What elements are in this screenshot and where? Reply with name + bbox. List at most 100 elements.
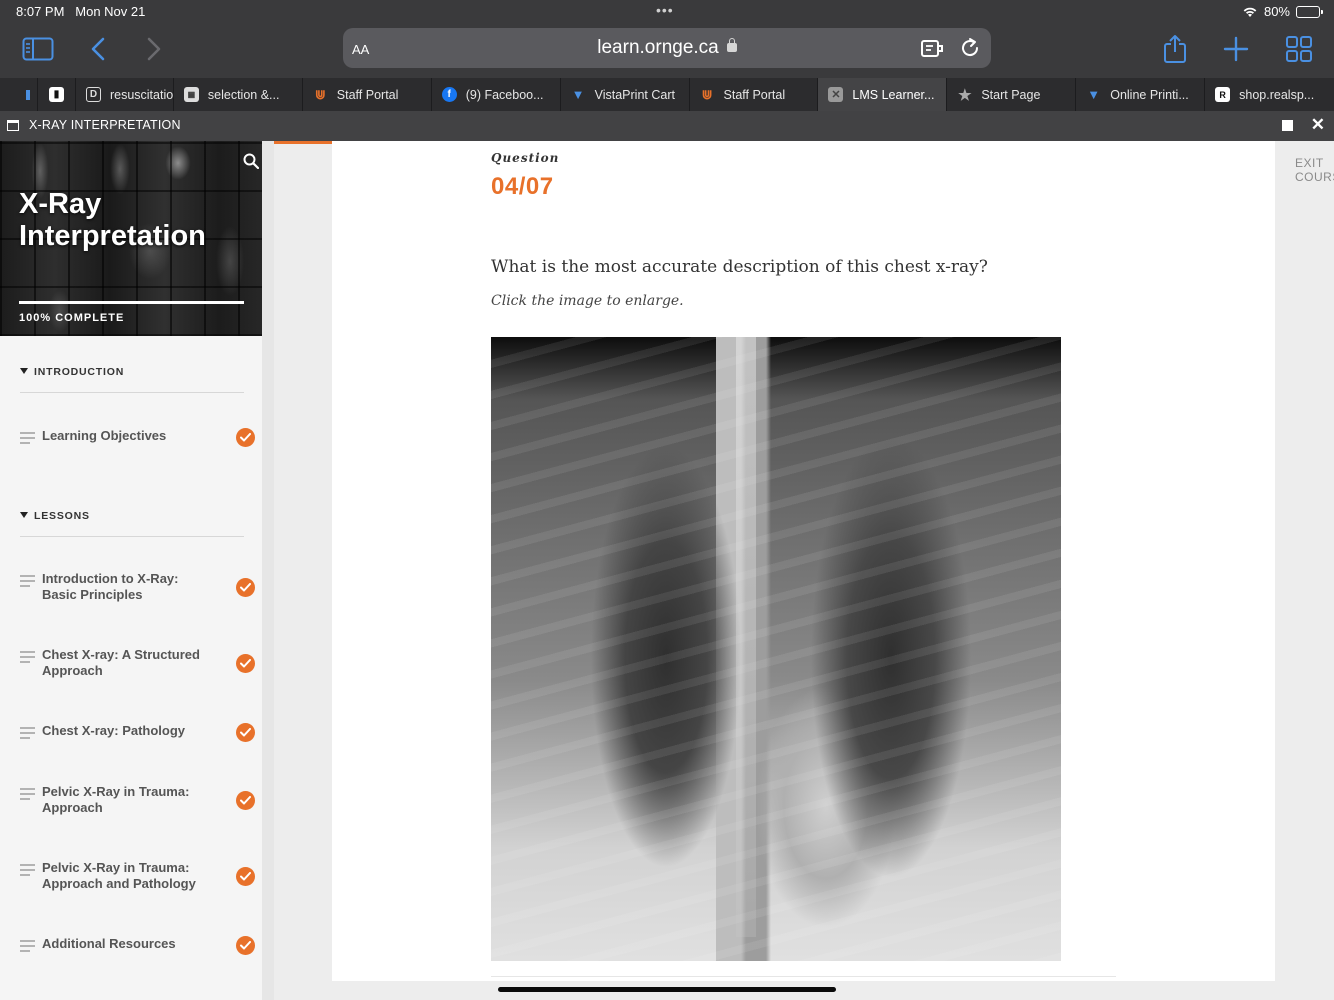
question-hint: Click the image to enlarge. bbox=[491, 293, 684, 309]
reload-icon[interactable] bbox=[959, 37, 981, 64]
d-icon: D bbox=[85, 87, 101, 102]
facebook-icon: f bbox=[441, 87, 457, 102]
tab-label: Staff Portal bbox=[336, 87, 399, 102]
lesson-lines-icon bbox=[20, 864, 35, 879]
lock-icon bbox=[726, 38, 737, 52]
image-icon: ▦ bbox=[183, 87, 199, 102]
forward-icon[interactable] bbox=[136, 34, 172, 64]
reader-extension-icon[interactable] bbox=[920, 37, 946, 64]
lesson-lines-icon bbox=[20, 727, 35, 742]
window-icon bbox=[7, 120, 19, 131]
lesson-label: Learning Objectives bbox=[42, 428, 167, 443]
caret-down-icon bbox=[20, 512, 28, 518]
wifi-icon bbox=[1243, 7, 1257, 17]
lesson-content: Question 04/07 What is the most accurate… bbox=[274, 141, 1334, 1000]
divider bbox=[491, 976, 1116, 977]
section-lessons[interactable]: LESSONS bbox=[20, 510, 244, 537]
new-tab-icon[interactable] bbox=[1218, 34, 1254, 64]
tab-shop-realsp[interactable]: R shop.realsp... bbox=[1205, 78, 1334, 111]
tab-strip: ▮ D resuscitatio ▦ selection &... ⋓ Staf… bbox=[0, 78, 1334, 111]
chest-xray-image[interactable] bbox=[491, 337, 1061, 961]
course-window-bar: X-RAY INTERPRETATION ✕ bbox=[0, 111, 1334, 141]
partial-tab-icon bbox=[26, 89, 30, 100]
complete-check-icon bbox=[236, 428, 255, 447]
course-title: X-Ray Interpretation bbox=[19, 188, 206, 252]
complete-check-icon bbox=[236, 723, 255, 742]
lesson-label: Chest X-ray: Pathology bbox=[42, 723, 186, 738]
star-icon: ★ bbox=[958, 86, 972, 104]
question-card: Question 04/07 What is the most accurate… bbox=[332, 141, 1334, 981]
multitasking-dots-icon[interactable]: ••• bbox=[656, 2, 674, 18]
tab-label: shop.realsp... bbox=[1239, 87, 1315, 102]
tab-start-page[interactable]: ★ Start Page bbox=[947, 78, 1077, 111]
lesson-label: Introduction to X-Ray: Basic Principles bbox=[42, 571, 179, 602]
tab-lms-learner[interactable]: ✕ LMS Learner... bbox=[818, 78, 948, 111]
close-icon[interactable]: ✕ bbox=[828, 87, 844, 102]
tab-overview-icon[interactable] bbox=[1281, 34, 1317, 64]
lesson-lines-icon bbox=[20, 432, 35, 447]
section-introduction[interactable]: INTRODUCTION bbox=[20, 366, 244, 393]
lesson-label: Pelvic X-Ray in Trauma: Approach and Pat… bbox=[42, 860, 196, 891]
close-window-icon[interactable]: ✕ bbox=[1311, 115, 1325, 135]
tab-facebook[interactable]: f (9) Faceboo... bbox=[432, 78, 561, 111]
status-time: 8:07 PM Mon Nov 21 bbox=[16, 4, 146, 19]
divider bbox=[20, 392, 244, 393]
question-eyebrow: Question bbox=[491, 151, 560, 165]
tab-label: selection &... bbox=[207, 87, 280, 102]
tab-dark-icon: ▮ bbox=[48, 87, 64, 102]
tab-label: LMS Learner... bbox=[852, 87, 935, 102]
sidebar-scroll-gutter[interactable] bbox=[262, 141, 274, 1000]
share-icon[interactable] bbox=[1157, 34, 1193, 64]
home-indicator[interactable] bbox=[498, 987, 836, 992]
tab-online-printing[interactable]: ▼ Online Printi... bbox=[1076, 78, 1206, 111]
tab-label: resuscitatio bbox=[109, 87, 174, 102]
tab-label: Online Printi... bbox=[1110, 87, 1189, 102]
complete-check-icon bbox=[236, 867, 255, 886]
status-right: 80% bbox=[1242, 4, 1323, 19]
lesson-lines-icon bbox=[20, 651, 35, 666]
battery-percent: 80% bbox=[1263, 4, 1290, 19]
browser-toolbar: AA learn.ornge.ca bbox=[0, 24, 1334, 78]
lesson-lines-icon bbox=[20, 788, 35, 803]
complete-check-icon bbox=[236, 654, 255, 673]
course-progress-bar bbox=[19, 301, 244, 304]
tab-staff-portal-1[interactable]: ⋓ Staff Portal bbox=[303, 78, 432, 111]
course-sidebar: X-Ray Interpretation 100% COMPLETE INTRO… bbox=[0, 141, 274, 1000]
tab-staff-portal-2[interactable]: ⋓ Staff Portal bbox=[690, 78, 819, 111]
course-hero: X-Ray Interpretation 100% COMPLETE bbox=[0, 141, 274, 336]
tab-label: VistaPrint Cart bbox=[594, 87, 675, 102]
lesson-lines-icon bbox=[20, 575, 35, 590]
url-text[interactable]: learn.ornge.ca bbox=[343, 37, 991, 59]
tab-dark[interactable]: ▮ bbox=[38, 78, 76, 111]
sidebar-toggle-icon[interactable] bbox=[20, 34, 56, 64]
vistaprint-icon: ▼ bbox=[571, 87, 585, 102]
tab-selection[interactable]: ▦ selection &... bbox=[174, 78, 303, 111]
ornge-logo-icon: ⋓ bbox=[701, 86, 713, 102]
complete-check-icon bbox=[236, 791, 255, 810]
tab-resuscitation[interactable]: D resuscitatio bbox=[76, 78, 174, 111]
search-icon[interactable] bbox=[243, 153, 259, 169]
back-icon[interactable] bbox=[80, 34, 116, 64]
address-bar[interactable]: AA learn.ornge.ca bbox=[343, 28, 991, 68]
complete-check-icon bbox=[236, 936, 255, 955]
question-number: 04/07 bbox=[491, 173, 554, 200]
tab-label: (9) Faceboo... bbox=[465, 87, 544, 102]
realsp-icon: R bbox=[1215, 87, 1231, 102]
window-title: X-RAY INTERPRETATION bbox=[29, 118, 181, 132]
lesson-label: Pelvic X-Ray in Trauma: Approach bbox=[42, 784, 190, 815]
xray-ribs bbox=[491, 337, 1061, 961]
maximize-icon[interactable] bbox=[1282, 120, 1293, 131]
lesson-label: Additional Resources bbox=[42, 936, 176, 951]
exit-course-button[interactable]: EXIT COURSE bbox=[1295, 156, 1334, 184]
tab-label: Start Page bbox=[981, 87, 1041, 102]
battery-icon bbox=[1296, 5, 1323, 18]
tab-label: Staff Portal bbox=[723, 87, 786, 102]
caret-down-icon bbox=[20, 368, 28, 374]
ornge-logo-icon: ⋓ bbox=[314, 86, 326, 102]
vistaprint-icon: ▼ bbox=[1087, 87, 1101, 102]
tab-vistaprint-cart[interactable]: ▼ VistaPrint Cart bbox=[561, 78, 690, 111]
status-bar: 8:07 PM Mon Nov 21 ••• 80% bbox=[0, 0, 1334, 24]
tab-partial[interactable] bbox=[0, 78, 38, 111]
divider bbox=[20, 536, 244, 537]
course-progress-label: 100% COMPLETE bbox=[19, 312, 125, 324]
